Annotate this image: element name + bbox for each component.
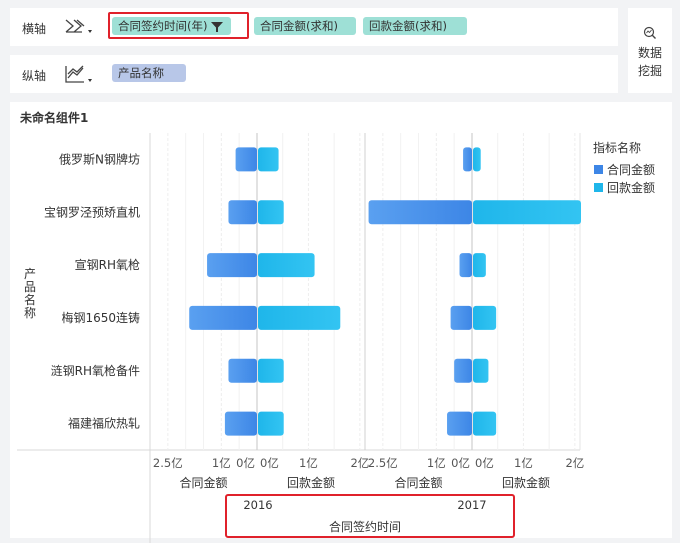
x-tick-label: 2.5亿 — [153, 456, 183, 470]
x-tick-label: 1亿 — [299, 456, 318, 470]
bar-contract — [207, 253, 257, 278]
x-tick-label: 2亿 — [565, 456, 584, 470]
legend-swatch-payment — [594, 183, 603, 192]
bar-contract — [368, 200, 472, 225]
bar-contract — [454, 358, 472, 383]
category-label: 俄罗斯N钢牌坊 — [59, 151, 140, 166]
y-axis-title-char: 名 — [24, 292, 36, 307]
facet-year-label: 2016 — [243, 498, 272, 512]
bar-payment — [473, 358, 489, 383]
bar-contract — [189, 305, 257, 330]
bar-payment — [258, 305, 341, 330]
bar-contract — [447, 411, 472, 436]
legend-title: 指标名称 — [593, 140, 641, 155]
x-tick-label: 0亿 — [260, 456, 279, 470]
category-label: 宣钢RH氧枪 — [75, 257, 140, 272]
bar-payment — [473, 305, 497, 330]
right-measure-label: 回款金额 — [287, 475, 335, 490]
bar-payment — [258, 358, 284, 383]
bar-contract — [235, 147, 257, 172]
right-measure-label: 回款金额 — [502, 475, 550, 490]
y-axis-title-char: 产 — [24, 267, 36, 281]
bar-payment — [258, 147, 279, 172]
bar-contract — [224, 411, 257, 436]
x-tick-label: 2.5亿 — [368, 456, 398, 470]
bar-payment — [473, 200, 581, 225]
category-label: 宝钢罗泾预矫直机 — [44, 204, 140, 219]
bar-contract — [459, 253, 472, 278]
bar-payment — [473, 147, 481, 172]
x-tick-label: 1亿 — [427, 456, 446, 470]
bar-payment — [258, 411, 284, 436]
left-measure-label: 合同金额 — [179, 475, 227, 490]
x-tick-label: 2亿 — [350, 456, 369, 470]
category-label: 涟钢RH氧枪备件 — [51, 363, 140, 378]
bar-contract — [450, 305, 472, 330]
bar-chart: 2.5亿 1亿 0亿 0亿 1亿 2亿合同金额 回款金额20162.5亿 1亿 0亿 0亿 1亿 2亿… — [17, 133, 655, 543]
bar-contract — [228, 200, 257, 225]
bar-payment — [258, 200, 284, 225]
x-tick-label: 0亿 — [451, 456, 470, 470]
x-tick-label: 1亿 — [212, 456, 231, 470]
facet-year-label: 2017 — [457, 498, 486, 512]
bar-contract — [463, 147, 472, 172]
bar-payment — [258, 253, 315, 278]
x-axis-title: 合同签约时间 — [329, 519, 401, 534]
bar-payment — [473, 411, 497, 436]
legend-item-contract: 合同金额 — [607, 162, 655, 177]
legend-swatch-contract — [594, 165, 603, 174]
bar-contract — [228, 358, 257, 383]
legend-item-payment: 回款金额 — [607, 180, 655, 195]
category-label: 梅钢1650连铸 — [61, 310, 140, 325]
bar-payment — [473, 253, 486, 278]
y-axis-title-char: 品 — [24, 280, 36, 294]
left-measure-label: 合同金额 — [394, 475, 442, 490]
y-axis-title-char: 称 — [24, 306, 36, 320]
category-label: 福建福欣热轧 — [68, 416, 140, 431]
x-tick-label: 1亿 — [514, 456, 533, 470]
x-tick-label: 0亿 — [475, 456, 494, 470]
x-tick-label: 0亿 — [236, 456, 255, 470]
